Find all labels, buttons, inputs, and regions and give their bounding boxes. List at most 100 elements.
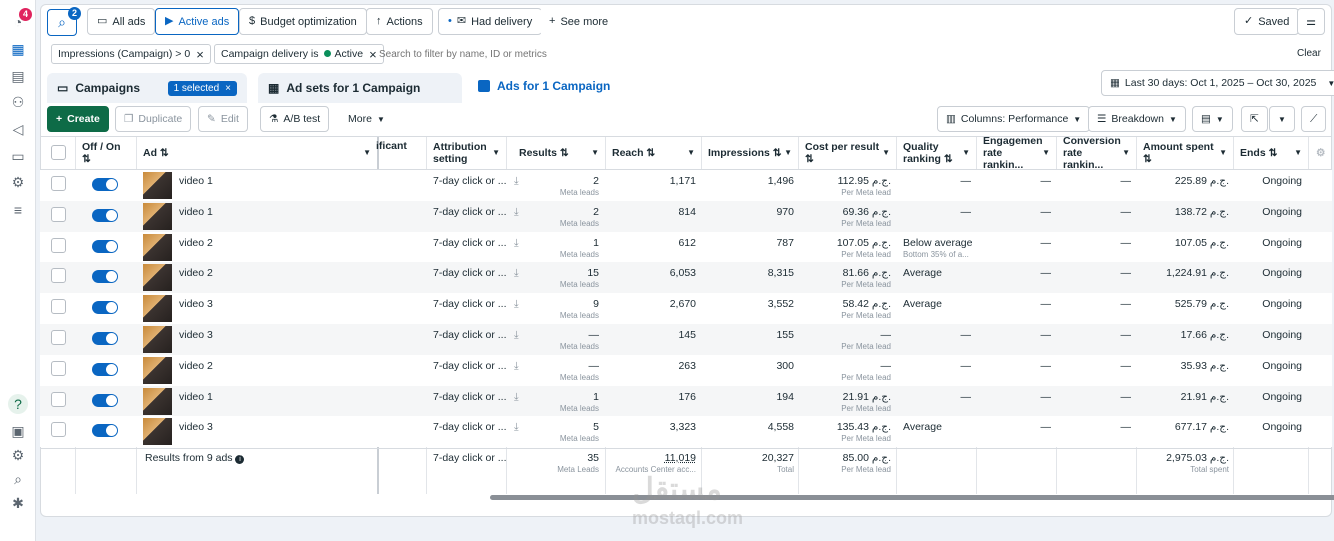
delivery-toggle[interactable]: [92, 393, 118, 407]
ad-thumbnail[interactable]: [143, 264, 172, 292]
column-header-ad[interactable]: Ad ⇅ ▼: [137, 137, 377, 169]
all-ads-button[interactable]: ▭ All ads: [87, 8, 156, 35]
column-header-attribution[interactable]: Attribution setting ▼: [427, 137, 506, 169]
ad-name[interactable]: video 3: [179, 329, 213, 341]
delivery-toggle[interactable]: [92, 332, 118, 345]
row-checkbox[interactable]: [51, 422, 66, 438]
had-delivery-button[interactable]: • ✉ Had delivery: [438, 8, 543, 35]
close-icon[interactable]: ×: [196, 47, 204, 62]
active-ads-button[interactable]: ▶ Active ads: [155, 8, 240, 35]
column-header-engagement[interactable]: Engagement rate rankin... ▼: [977, 137, 1056, 171]
delivery-toggle[interactable]: [92, 362, 118, 376]
help-icon[interactable]: ?: [8, 394, 28, 414]
reports-icon[interactable]: ▤: [8, 66, 28, 86]
ad-thumbnail[interactable]: [143, 202, 172, 230]
ad-name[interactable]: video 1: [179, 175, 213, 187]
table-row[interactable]: video 1 7-day click or ... ⤓ 2 Meta leads 814…: [40, 200, 1332, 232]
column-header-significant[interactable]: ificant: [370, 137, 426, 155]
table-row[interactable]: video 3 7-day click or ... ⤓ — Meta leads 145…: [40, 324, 1332, 355]
column-header-results[interactable]: Results ⇅ ▼: [507, 137, 605, 169]
saved-button[interactable]: ✓ Saved: [1234, 8, 1300, 35]
ad-name[interactable]: video 1: [179, 391, 213, 403]
row-checkbox[interactable]: [51, 360, 66, 376]
budget-optimization-button[interactable]: $ Budget optimization: [239, 8, 367, 35]
more-button[interactable]: More ▼: [340, 106, 393, 132]
info-icon[interactable]: i: [235, 455, 245, 464]
delivery-toggle[interactable]: [92, 178, 118, 191]
table-row[interactable]: video 1 7-day click or ... ⤓ 2 Meta leads 1,1…: [40, 170, 1332, 201]
delivery-toggle[interactable]: [92, 270, 118, 284]
column-header-cost-per-result[interactable]: Cost per result ⇅ ▼: [799, 137, 896, 169]
delivery-toggle[interactable]: [92, 239, 118, 253]
row-checkbox[interactable]: [51, 330, 66, 345]
horizontal-scrollbar[interactable]: [490, 495, 1334, 500]
ad-name[interactable]: video 3: [179, 298, 213, 310]
export-menu-button[interactable]: ▼: [1269, 106, 1295, 132]
billing-icon[interactable]: ▭: [8, 146, 28, 166]
tab-campaigns[interactable]: ▭ Campaigns 1 selected ×: [47, 73, 247, 103]
clear-filters-link[interactable]: Clear: [1297, 48, 1321, 59]
column-settings-icon[interactable]: ⚙: [1310, 137, 1332, 169]
ad-thumbnail[interactable]: [143, 295, 172, 323]
create-button[interactable]: + Create: [47, 106, 109, 132]
table-row[interactable]: video 2 7-day click or ... ⤓ — Meta leads 263…: [40, 354, 1332, 386]
ab-test-button[interactable]: ⚗ A/B test: [260, 106, 330, 132]
filter-chip-delivery[interactable]: Campaign delivery is Active ×: [214, 44, 384, 64]
close-icon[interactable]: ×: [369, 47, 377, 62]
table-row[interactable]: video 2 7-day click or ... ⤓ 15 Meta leads 6,…: [40, 262, 1332, 294]
row-checkbox[interactable]: [51, 268, 66, 284]
export-button[interactable]: ⇱: [1241, 106, 1268, 132]
see-more-button[interactable]: + See more: [540, 8, 618, 35]
select-all-checkbox[interactable]: [51, 145, 66, 160]
column-header-conversion[interactable]: Conversion rate rankin... ▼: [1057, 137, 1136, 171]
column-header-quality[interactable]: Quality ranking ⇅ ▼: [897, 137, 976, 169]
bug-report-icon[interactable]: ✱: [8, 493, 28, 513]
column-header-reach[interactable]: Reach ⇅ ▼: [606, 137, 701, 169]
tab-adsets[interactable]: ▦ Ad sets for 1 Campaign: [258, 73, 462, 103]
row-checkbox[interactable]: [51, 206, 66, 222]
row-checkbox[interactable]: [51, 176, 66, 191]
delivery-toggle[interactable]: [92, 208, 118, 222]
ad-thumbnail[interactable]: [143, 326, 172, 353]
delivery-toggle[interactable]: [92, 424, 118, 438]
table-row[interactable]: video 2 7-day click or ... ⤓ 1 Meta leads 612…: [40, 231, 1332, 263]
date-range-picker[interactable]: ▦ Last 30 days: Oct 1, 2025 – Oct 30, 20…: [1101, 70, 1334, 96]
search-button[interactable]: ⌕ 2: [47, 7, 81, 36]
ads-manager-grid-icon[interactable]: ▦: [8, 39, 28, 59]
ad-thumbnail[interactable]: [143, 172, 172, 199]
table-row[interactable]: video 3 7-day click or ... ⤓ 9 Meta leads 2,6…: [40, 293, 1332, 325]
account-quality-icon[interactable]: ▣: [8, 421, 28, 441]
ad-thumbnail[interactable]: [143, 233, 172, 261]
search-icon[interactable]: ⌕: [8, 469, 28, 489]
ad-name[interactable]: video 2: [179, 267, 213, 279]
audiences-icon[interactable]: ⚇: [8, 92, 28, 112]
settings-gear-icon[interactable]: ⚙: [8, 445, 28, 465]
ad-name[interactable]: video 2: [179, 360, 213, 372]
chart-button[interactable]: ⟋: [1301, 106, 1327, 132]
filter-chip-impressions[interactable]: Impressions (Campaign) > 0 ×: [51, 44, 211, 64]
campaign-megaphone-icon[interactable]: ◁: [8, 119, 28, 139]
ad-thumbnail[interactable]: [143, 356, 172, 384]
ad-name[interactable]: video 2: [179, 237, 213, 249]
events-manager-icon[interactable]: ⚙: [8, 172, 28, 192]
table-row[interactable]: video 3 7-day click or ... ⤓ 5 Meta leads 3,3…: [40, 416, 1332, 448]
filter-settings-button[interactable]: ⚌: [1297, 8, 1325, 35]
column-header-ends[interactable]: Ends ⇅ ▼: [1234, 137, 1308, 169]
columns-button[interactable]: ▥ Columns: Performance ▼: [937, 106, 1091, 132]
close-icon[interactable]: ×: [225, 83, 231, 94]
delivery-toggle[interactable]: [92, 301, 118, 315]
ad-thumbnail[interactable]: [143, 418, 172, 446]
reports-button[interactable]: ▤ ▼: [1192, 106, 1233, 132]
selected-tag[interactable]: 1 selected ×: [167, 80, 237, 96]
ad-name[interactable]: video 3: [179, 421, 213, 433]
duplicate-button[interactable]: ❐ Duplicate: [115, 106, 192, 132]
actions-button[interactable]: ↑ Actions: [366, 8, 433, 35]
table-row[interactable]: video 1 7-day click or ... ⤓ 1 Meta leads 176…: [40, 385, 1332, 417]
filter-search-input[interactable]: [379, 44, 979, 64]
ad-thumbnail[interactable]: [143, 387, 172, 415]
edit-button[interactable]: ✎ Edit: [198, 106, 248, 132]
breakdown-button[interactable]: ☰ Breakdown ▼: [1088, 106, 1186, 132]
column-header-onoff[interactable]: Off / On ⇅: [76, 137, 136, 169]
all-tools-menu-icon[interactable]: ≡: [8, 200, 28, 220]
notifications-icon[interactable]: ◔ 4: [8, 8, 32, 32]
